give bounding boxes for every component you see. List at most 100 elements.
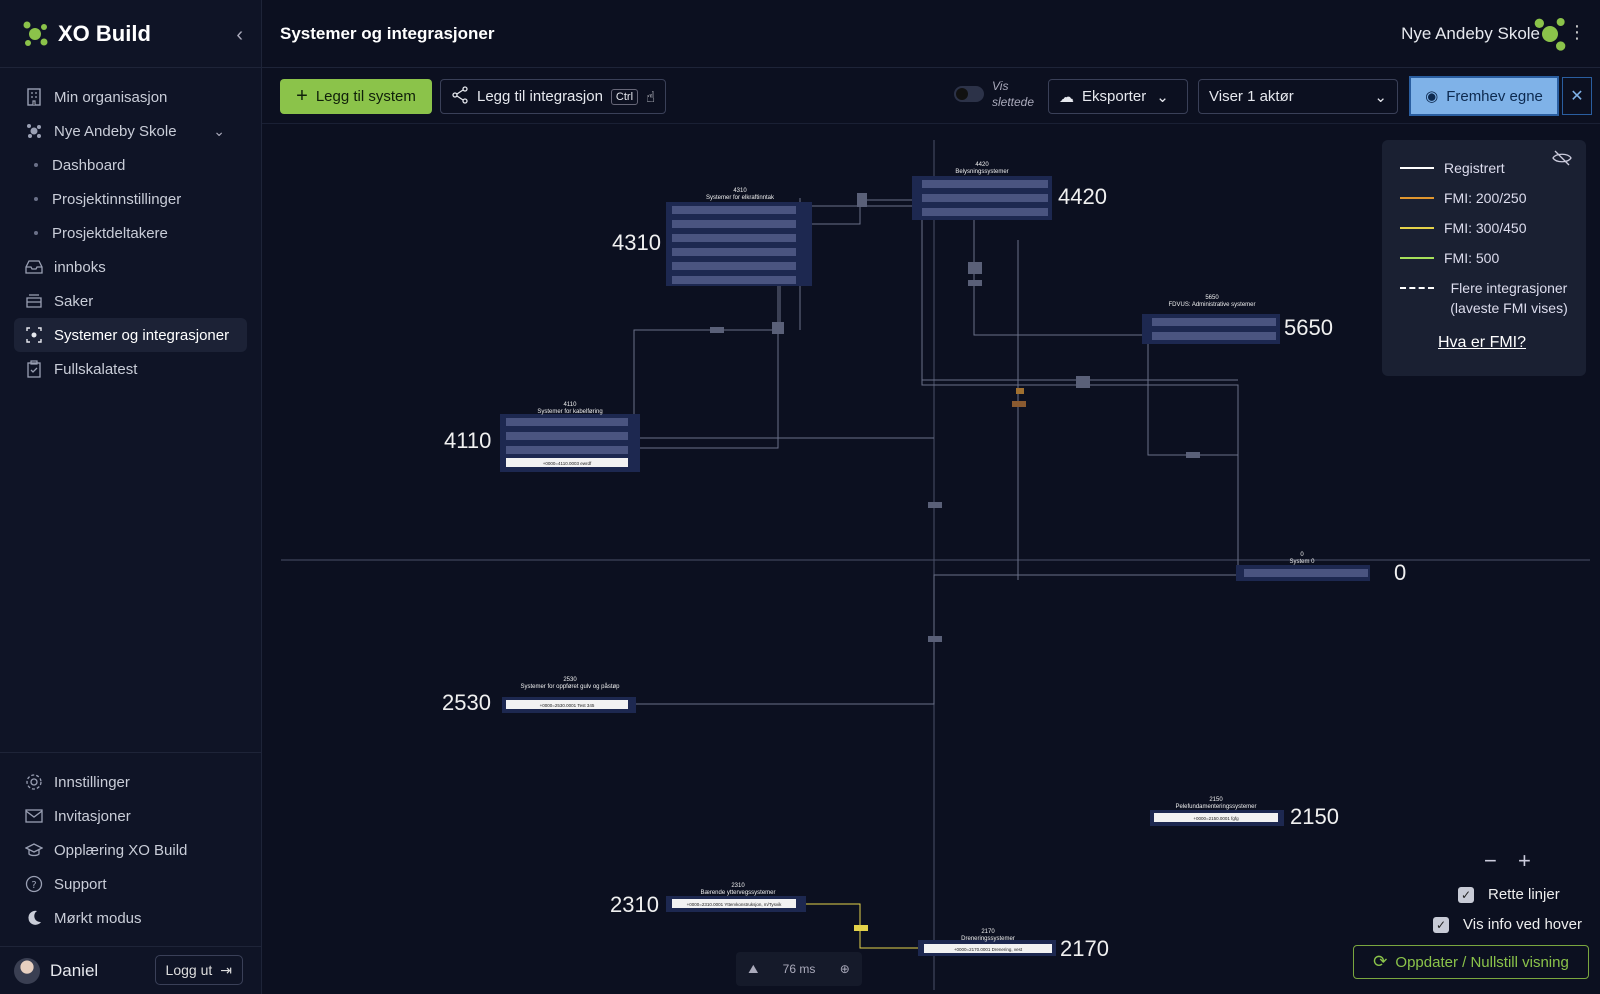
legend-item: FMI: 200/250 xyxy=(1400,190,1527,206)
node-item: +0000=4110.0003 ewrdf xyxy=(543,461,592,466)
integration-graph[interactable]: 4420 Belysningssystemer 4420 4310 System… xyxy=(0,124,1600,994)
fmi-200-badge xyxy=(1016,388,1024,394)
node-number-small: 4110 xyxy=(564,402,578,408)
legend-swatch xyxy=(1400,197,1434,199)
refresh-reset-button[interactable]: ⟳ Oppdater / Nullstill visning xyxy=(1353,945,1589,979)
node-item: +0000=2530.0001 Test 345 xyxy=(540,703,595,708)
system-node-2530[interactable]: 2530 Systemer for oppføret gulv og påstø… xyxy=(442,677,636,715)
node-title: Dreneringssystemer xyxy=(961,936,1015,942)
node-item: +0000=2310.0001 Yttervkonstruksjon, m/Ty… xyxy=(687,902,782,907)
actor-select[interactable]: Viser 1 aktør ⌄ xyxy=(1198,79,1398,114)
chevron-down-icon: ⌄ xyxy=(1156,88,1169,106)
chevron-down-icon: ⌄ xyxy=(1374,88,1387,106)
fmi-200-badge xyxy=(1012,401,1026,407)
legend-label: Registrert xyxy=(1444,160,1505,176)
add-system-button[interactable]: + Legg til system xyxy=(280,79,432,114)
node-title: Systemer for kabelføring xyxy=(537,409,602,415)
system-node-2310[interactable]: 2310 Bærende yttervegssystemer +0000=231… xyxy=(610,883,806,917)
node-item: +0000=2150.0001 fgfg xyxy=(1193,816,1239,821)
hide-legend-icon[interactable] xyxy=(1552,150,1572,171)
show-deleted-toggle[interactable] xyxy=(954,86,984,102)
node-title: Systemer for oppføret gulv og påstøp xyxy=(520,683,620,690)
node-number-small: 4420 xyxy=(975,162,989,168)
node-number: 2170 xyxy=(1060,936,1109,961)
system-node-4110[interactable]: 4110 Systemer for kabelføring +0000=4110… xyxy=(444,402,640,472)
more-options-icon[interactable]: ⋮ xyxy=(1568,22,1586,43)
what-is-fmi-link[interactable]: Hva er FMI? xyxy=(1438,334,1526,352)
building-icon xyxy=(24,87,44,107)
legend-swatch xyxy=(1400,167,1434,169)
node-title: Belysningssystemer xyxy=(955,169,1008,175)
node-title: System 0 xyxy=(1289,559,1315,565)
node-title: Pelefundamenteringssystemer xyxy=(1175,804,1256,810)
close-highlight-icon[interactable]: ✕ xyxy=(1562,77,1592,115)
node-number-small: 5650 xyxy=(1205,295,1219,301)
node-number: 2310 xyxy=(610,892,659,917)
refresh-icon: ⟳ xyxy=(1373,952,1388,971)
checkbox-checked-icon: ✓ xyxy=(1458,886,1474,903)
show-deleted-label: Vis slettede xyxy=(992,79,1035,109)
legend-item: FMI: 300/450 xyxy=(1400,220,1527,236)
brand[interactable]: XO Build ‹ xyxy=(0,0,261,68)
render-time: 76 ms xyxy=(782,962,816,976)
legend-item: Flere integrasjoner (laveste FMI vises) xyxy=(1400,278,1574,318)
collapse-sidebar-icon[interactable]: ‹ xyxy=(236,24,243,47)
eye-icon: ◉ xyxy=(1425,88,1439,105)
org-name[interactable]: Nye Andeby Skole xyxy=(1401,24,1540,44)
pointer-click-icon: ☝ xyxy=(646,88,656,106)
render-stats: ⛰ 76 ms ⊕ xyxy=(736,952,862,986)
node-number-small: 4310 xyxy=(733,188,747,194)
legend-label: FMI: 300/450 xyxy=(1444,220,1527,236)
node-item: +0000=2170.0001 Drenering, vest xyxy=(954,947,1023,952)
sidebar-item-min-organisasjon[interactable]: Min organisasjon xyxy=(0,80,261,114)
node-title: Systemer for elkraftinntak xyxy=(706,195,775,201)
xo-logo-icon xyxy=(23,21,48,46)
add-system-label: Legg til system xyxy=(315,88,416,105)
topbar: Systemer og integrasjoner Nye Andeby Sko… xyxy=(262,0,1600,68)
legend-item: Registrert xyxy=(1400,160,1505,176)
page-title: Systemer og integrasjoner xyxy=(280,23,495,43)
add-integration-button[interactable]: Legg til integrasjon Ctrl ☝ xyxy=(440,79,667,114)
node-title: FDVUS: Administrative systemer xyxy=(1168,302,1255,308)
node-number: 2530 xyxy=(442,690,491,715)
cloud-download-icon: ☁ xyxy=(1059,88,1074,106)
target-icon[interactable]: ⊕ xyxy=(840,962,850,976)
legend-swatch xyxy=(1400,287,1434,289)
hover-info-label: Vis info ved hover xyxy=(1463,916,1582,933)
highlight-own-button[interactable]: ◉ Fremhev egne xyxy=(1409,76,1559,116)
export-button[interactable]: ☁ Eksporter ⌄ xyxy=(1048,79,1188,114)
org-logo-icon[interactable] xyxy=(1530,14,1570,54)
fmi-legend: Registrert FMI: 200/250 FMI: 300/450 FMI… xyxy=(1382,140,1586,376)
share-nodes-icon xyxy=(451,85,469,108)
fmi-300-badge xyxy=(854,925,868,931)
node-number: 0 xyxy=(1394,560,1406,585)
mountain-icon: ⛰ xyxy=(748,961,759,976)
zoom-out-button[interactable]: − xyxy=(1484,848,1497,874)
node-number: 4310 xyxy=(612,230,661,255)
straight-lines-checkbox[interactable]: ✓ Rette linjer xyxy=(1458,886,1560,903)
refresh-label: Oppdater / Nullstill visning xyxy=(1395,953,1569,971)
hover-info-checkbox[interactable]: ✓ Vis info ved hover xyxy=(1433,916,1582,933)
checkbox-checked-icon: ✓ xyxy=(1433,916,1449,933)
legend-label: FMI: 200/250 xyxy=(1444,190,1527,206)
system-node-5650[interactable]: 5650 FDVUS: Administrative systemer 5650 xyxy=(1142,295,1333,344)
add-integration-label: Legg til integrasjon xyxy=(477,88,603,105)
system-node-2170[interactable]: 2170 Dreneringssystemer +0000=2170.0001 … xyxy=(918,929,1109,961)
sidebar-item-label: Min organisasjon xyxy=(54,88,168,106)
legend-label: FMI: 500 xyxy=(1444,250,1500,266)
system-node-0[interactable]: 0 System 0 0 xyxy=(1236,552,1406,585)
system-node-2150[interactable]: 2150 Pelefundamenteringssystemer +0000=2… xyxy=(1150,797,1339,829)
node-number-small: 2170 xyxy=(981,929,995,935)
legend-item: FMI: 500 xyxy=(1400,250,1499,266)
system-node-4420[interactable]: 4420 Belysningssystemer 4420 xyxy=(912,162,1107,220)
node-number: 5650 xyxy=(1284,315,1333,340)
actor-select-value: Viser 1 aktør xyxy=(1209,88,1294,105)
node-number-small: 2530 xyxy=(563,677,577,683)
node-number: 2150 xyxy=(1290,804,1339,829)
legend-label: Flere integrasjoner (laveste FMI vises) xyxy=(1450,280,1568,316)
node-number-small: 2150 xyxy=(1209,797,1223,803)
app-name: XO Build xyxy=(58,20,151,46)
zoom-in-button[interactable]: + xyxy=(1518,848,1531,874)
system-node-4310[interactable]: 4310 Systemer for elkraftinntak 4310 xyxy=(612,188,812,286)
node-number: 4420 xyxy=(1058,184,1107,209)
